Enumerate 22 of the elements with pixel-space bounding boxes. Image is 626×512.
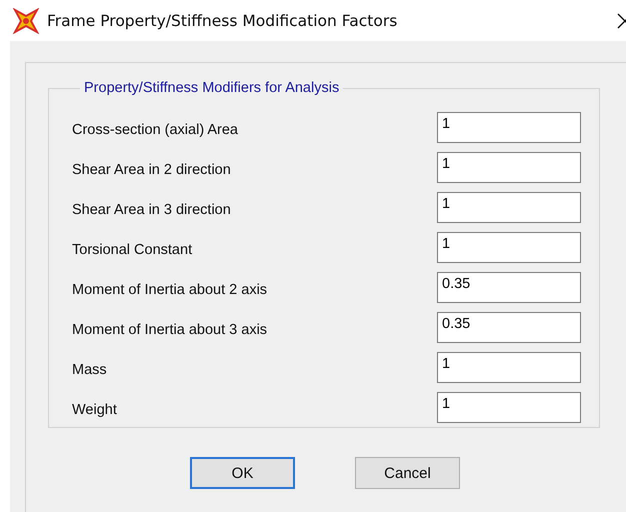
input-field[interactable]: 0.35 [437, 312, 581, 342]
window-title: Frame Property/Stiffness Modification Factors [47, 12, 398, 30]
input-field[interactable]: 1 [437, 112, 581, 142]
app-logo-icon [13, 8, 39, 34]
input-field[interactable]: 1 [437, 152, 581, 182]
field-label: Mass [72, 362, 108, 378]
input-field[interactable]: 0.35 [437, 272, 581, 302]
group-title: Property/Stiffness Modifiers for Analysis [83, 80, 340, 96]
field-label: Moment of Inertia about 2 axis [72, 282, 268, 298]
field-label: Shear Area in 3 direction [72, 202, 232, 218]
input-field[interactable]: 1 [437, 392, 581, 422]
field-label: Moment of Inertia about 3 axis [72, 322, 268, 338]
input-field[interactable]: 1 [437, 192, 581, 222]
field-label: Cross-section (axial) Area [72, 122, 239, 138]
input-field[interactable]: 1 [437, 232, 581, 262]
field-label: Shear Area in 2 direction [72, 162, 232, 178]
close-icon[interactable] [617, 12, 626, 28]
field-label: Weight [72, 402, 118, 418]
input-field[interactable]: 1 [437, 352, 581, 382]
dialog-button[interactable]: Cancel [355, 457, 460, 489]
dialog-button[interactable]: OK [190, 457, 295, 489]
field-label: Torsional Constant [72, 242, 194, 258]
